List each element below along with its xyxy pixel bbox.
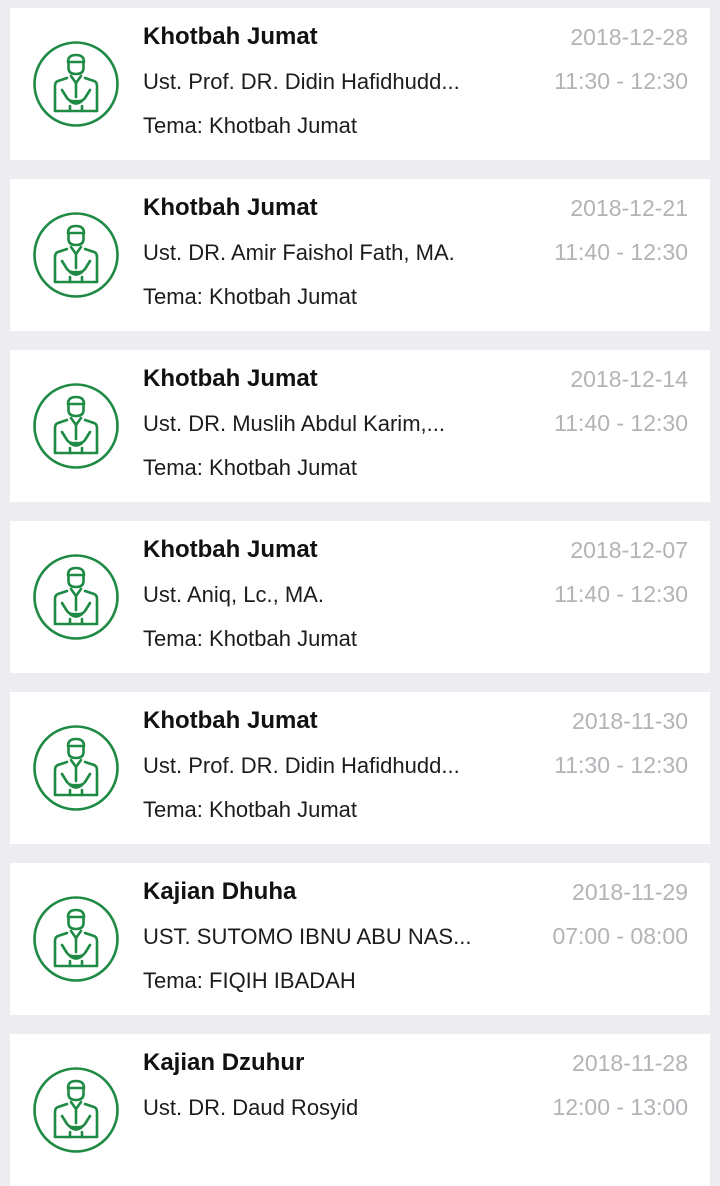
- item-speaker: Ust. Aniq, Lc., MA.: [143, 582, 324, 607]
- item-title: Kajian Dhuha: [143, 878, 297, 905]
- item-time: 11:40 - 12:30: [554, 410, 688, 436]
- item-date: 2018-12-28: [570, 24, 688, 50]
- item-title: Khotbah Jumat: [143, 536, 318, 563]
- item-time: 11:30 - 12:30: [554, 68, 688, 94]
- item-time: 11:30 - 12:30: [554, 752, 688, 778]
- item-title: Khotbah Jumat: [143, 194, 318, 221]
- schedule-item[interactable]: Kajian Dhuha UST. SUTOMO IBNU ABU NAS...…: [10, 863, 710, 1015]
- item-time: 12:00 - 13:00: [552, 1094, 688, 1120]
- item-theme: Tema: Khotbah Jumat: [143, 626, 358, 651]
- item-time: 11:40 - 12:30: [554, 239, 688, 265]
- item-speaker: Ust. Prof. DR. Didin Hafidhudd...: [143, 69, 460, 94]
- schedule-item[interactable]: Kajian Dzuhur Ust. DR. Daud Rosyid 2018-…: [10, 1034, 710, 1186]
- imam-icon: [32, 895, 120, 983]
- item-speaker: Ust. DR. Amir Faishol Fath, MA.: [143, 240, 455, 265]
- item-theme: Tema: Khotbah Jumat: [143, 113, 358, 138]
- item-time: 07:00 - 08:00: [552, 923, 688, 949]
- item-date: 2018-12-07: [570, 537, 688, 563]
- item-theme: Tema: Khotbah Jumat: [143, 797, 358, 822]
- item-speaker: Ust. DR. Muslih Abdul Karim,...: [143, 411, 445, 436]
- imam-icon: [32, 1066, 120, 1154]
- schedule-item[interactable]: Khotbah Jumat Ust. Aniq, Lc., MA. Tema: …: [10, 521, 710, 673]
- imam-icon: [32, 40, 120, 128]
- item-speaker: UST. SUTOMO IBNU ABU NAS...: [143, 924, 472, 949]
- item-title: Khotbah Jumat: [143, 707, 318, 734]
- imam-icon: [32, 724, 120, 812]
- item-theme: Tema: Khotbah Jumat: [143, 455, 358, 480]
- item-time: 11:40 - 12:30: [554, 581, 688, 607]
- item-date: 2018-11-28: [572, 1050, 688, 1076]
- item-theme: Tema: FIQIH IBADAH: [143, 968, 356, 993]
- item-speaker: Ust. DR. Daud Rosyid: [143, 1095, 359, 1120]
- schedule-item[interactable]: Khotbah Jumat Ust. DR. Amir Faishol Fath…: [10, 179, 710, 331]
- imam-icon: [32, 553, 120, 641]
- schedule-item[interactable]: Khotbah Jumat Ust. Prof. DR. Didin Hafid…: [10, 692, 710, 844]
- item-title: Khotbah Jumat: [143, 23, 318, 50]
- schedule-item[interactable]: Khotbah Jumat Ust. DR. Muslih Abdul Kari…: [10, 350, 710, 502]
- schedule-list: Khotbah Jumat Ust. Prof. DR. Didin Hafid…: [0, 0, 720, 1186]
- item-speaker: Ust. Prof. DR. Didin Hafidhudd...: [143, 753, 460, 778]
- item-date: 2018-12-14: [570, 366, 688, 392]
- imam-icon: [32, 211, 120, 299]
- item-title: Khotbah Jumat: [143, 365, 318, 392]
- item-title: Kajian Dzuhur: [143, 1049, 305, 1076]
- item-date: 2018-11-29: [572, 879, 688, 905]
- imam-icon: [32, 382, 120, 470]
- item-date: 2018-11-30: [572, 708, 688, 734]
- schedule-item[interactable]: Khotbah Jumat Ust. Prof. DR. Didin Hafid…: [10, 8, 710, 160]
- item-date: 2018-12-21: [570, 195, 688, 221]
- item-theme: Tema: Khotbah Jumat: [143, 284, 358, 309]
